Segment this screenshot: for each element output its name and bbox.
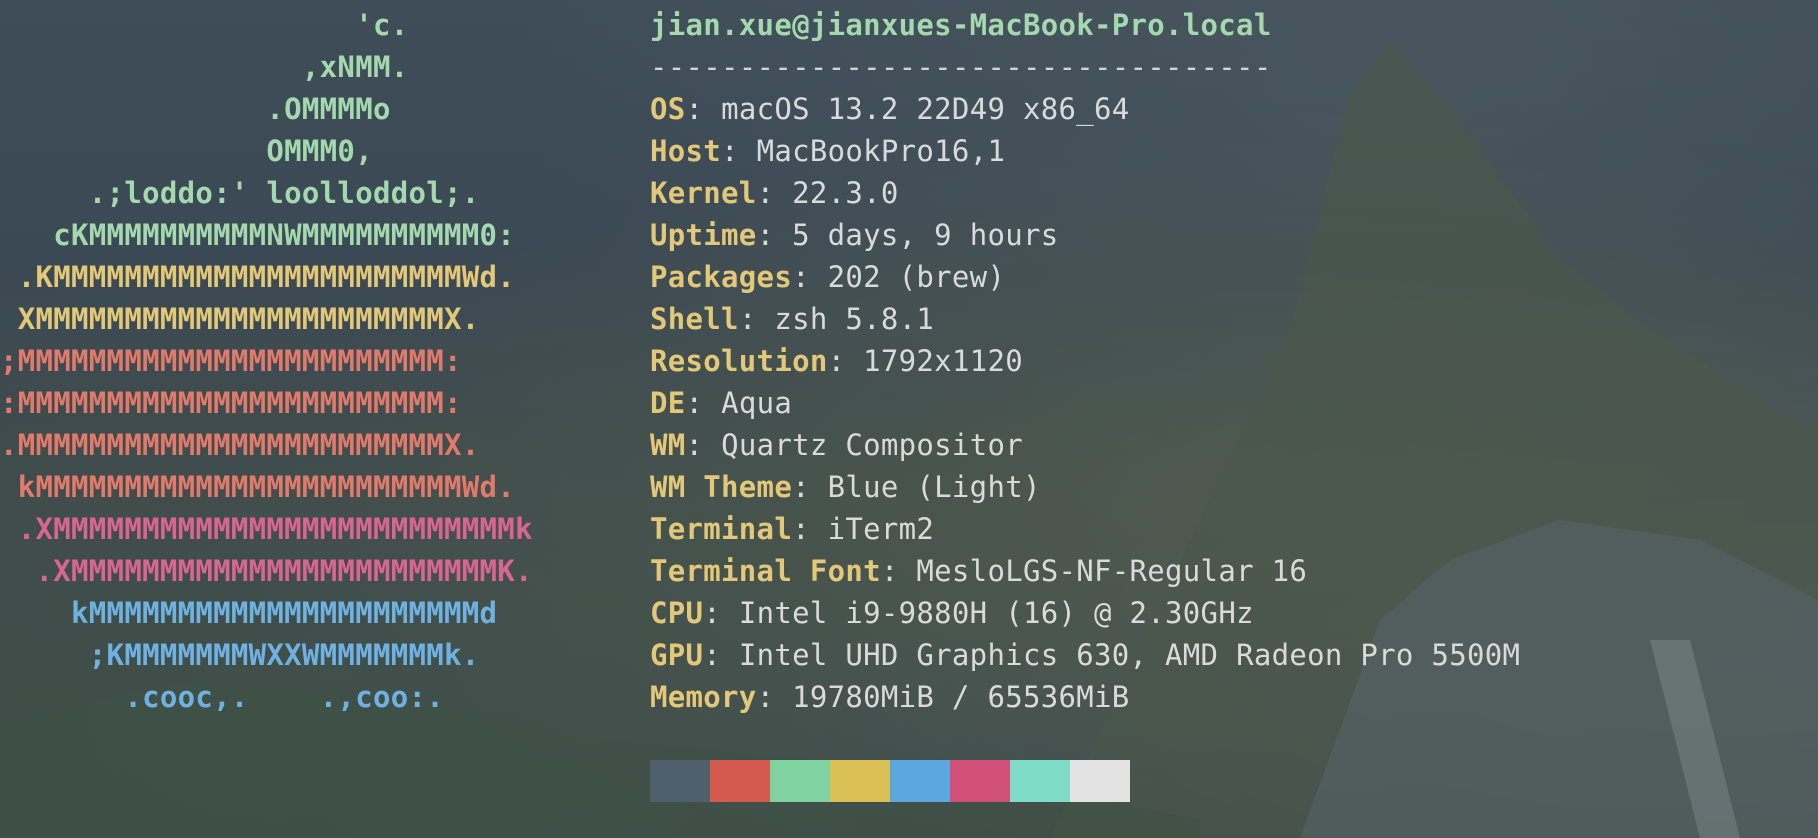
info-row: Resolution: 1792x1120	[650, 340, 1800, 382]
info-colon: :	[792, 512, 828, 546]
info-value: iTerm2	[827, 512, 935, 546]
info-value: Intel i9-9880H (16) @ 2.30GHz	[738, 596, 1254, 630]
info-row: CPU: Intel i9-9880H (16) @ 2.30GHz	[650, 592, 1800, 634]
info-value: Blue (Light)	[827, 470, 1041, 504]
info-key: Kernel	[650, 176, 757, 210]
logo-line: .;loddo:' loolloddol;.	[0, 176, 480, 210]
info-row: Memory: 19780MiB / 65536MiB	[650, 676, 1800, 718]
info-row: Terminal: iTerm2	[650, 508, 1800, 550]
palette-swatch	[1010, 760, 1070, 802]
logo-line: cKMMMMMMMMMMNWMMMMMMMMMM0:	[0, 218, 516, 252]
info-row: DE: Aqua	[650, 382, 1800, 424]
info-value: MesloLGS-NF-Regular 16	[916, 554, 1308, 588]
info-key: OS	[650, 92, 686, 126]
info-row: WM: Quartz Compositor	[650, 424, 1800, 466]
palette-swatch	[830, 760, 890, 802]
logo-line: kMMMMMMMMMMMMMMMMMMMMMMd	[0, 596, 498, 630]
logo-line: kMMMMMMMMMMMMMMMMMMMMMMMMWd.	[0, 470, 516, 504]
logo-line: .XMMMMMMMMMMMMMMMMMMMMMMMMMMk	[0, 512, 533, 546]
info-colon: :	[827, 344, 864, 378]
info-row: Uptime: 5 days, 9 hours	[650, 214, 1800, 256]
info-colon: :	[792, 260, 828, 294]
info-key: DE	[650, 386, 686, 420]
user-host-title: jian.xue@jianxues-MacBook-Pro.local	[650, 8, 1272, 42]
info-key: GPU	[650, 638, 704, 672]
logo-line: ,xNMM.	[0, 50, 409, 84]
info-key: Terminal Font	[650, 554, 881, 588]
info-colon: :	[721, 134, 757, 168]
info-colon: :	[880, 554, 917, 588]
info-key: WM Theme	[650, 470, 793, 504]
info-colon: :	[792, 470, 828, 504]
palette-swatch	[950, 760, 1010, 802]
info-key: Host	[650, 134, 722, 168]
logo-line: .XMMMMMMMMMMMMMMMMMMMMMMMMK.	[0, 554, 533, 588]
terminal-window: 'c. ,xNMM. .OMMMMo OMMM0, .;loddo:' lool…	[0, 0, 1818, 838]
info-key: Uptime	[650, 218, 757, 252]
info-key: Resolution	[650, 344, 828, 378]
logo-line: .MMMMMMMMMMMMMMMMMMMMMMMMX.	[0, 428, 480, 462]
info-value: Aqua	[721, 386, 793, 420]
palette-swatch	[890, 760, 950, 802]
info-value: 1792x1120	[863, 344, 1023, 378]
logo-line: OMMM0,	[0, 134, 373, 168]
palette-swatch	[770, 760, 830, 802]
info-value: Intel UHD Graphics 630, AMD Radeon Pro 5…	[738, 638, 1521, 672]
title-separator: -----------------------------------	[650, 50, 1272, 84]
info-value: macOS 13.2 22D49 x86_64	[721, 92, 1130, 126]
info-colon: :	[685, 92, 722, 126]
logo-line: .KMMMMMMMMMMMMMMMMMMMMMMMWd.	[0, 260, 516, 294]
info-row: OS: macOS 13.2 22D49 x86_64	[650, 88, 1800, 130]
info-key: WM	[650, 428, 686, 462]
info-key: Memory	[650, 680, 757, 714]
info-colon: :	[738, 302, 775, 336]
logo-line: ;MMMMMMMMMMMMMMMMMMMMMMMM:	[0, 344, 462, 378]
logo-line: ;KMMMMMMMWXXWMMMMMMMk.	[0, 638, 480, 672]
info-key: Packages	[650, 260, 793, 294]
info-value: 19780MiB / 65536MiB	[792, 680, 1130, 714]
palette-swatch	[1070, 760, 1130, 802]
info-value: MacBookPro16,1	[756, 134, 1006, 168]
info-colon: :	[756, 176, 793, 210]
logo-line: .cooc,. .,coo:.	[0, 680, 444, 714]
info-colon: :	[756, 218, 793, 252]
info-value: zsh 5.8.1	[774, 302, 935, 336]
info-row: Shell: zsh 5.8.1	[650, 298, 1800, 340]
palette-swatch	[710, 760, 770, 802]
info-row: WM Theme: Blue (Light)	[650, 466, 1800, 508]
info-key: Shell	[650, 302, 739, 336]
info-row: Host: MacBookPro16,1	[650, 130, 1800, 172]
apple-ascii-logo: 'c. ,xNMM. .OMMMMo OMMM0, .;loddo:' lool…	[0, 4, 600, 718]
info-colon: :	[685, 386, 722, 420]
info-colon: :	[756, 680, 793, 714]
info-rows: OS: macOS 13.2 22D49 x86_64 Host: MacBook…	[650, 88, 1800, 718]
logo-line: 'c.	[0, 8, 409, 42]
info-value: 22.3.0	[792, 176, 899, 210]
info-value: 5 days, 9 hours	[792, 218, 1059, 252]
info-row: Packages: 202 (brew)	[650, 256, 1800, 298]
color-palette	[650, 760, 1130, 802]
info-value: Quartz Compositor	[721, 428, 1023, 462]
info-key: CPU	[650, 596, 704, 630]
info-row: Kernel: 22.3.0	[650, 172, 1800, 214]
logo-line: :MMMMMMMMMMMMMMMMMMMMMMMM:	[0, 386, 462, 420]
system-info-panel: jian.xue@jianxues-MacBook-Pro.local ----…	[650, 4, 1800, 718]
logo-line: .OMMMMo	[0, 92, 391, 126]
palette-swatch	[650, 760, 710, 802]
info-colon: :	[703, 596, 739, 630]
logo-line: XMMMMMMMMMMMMMMMMMMMMMMMX.	[0, 302, 480, 336]
info-colon: :	[685, 428, 722, 462]
info-value: 202 (brew)	[827, 260, 1006, 294]
info-row: Terminal Font: MesloLGS-NF-Regular 16	[650, 550, 1800, 592]
info-row: GPU: Intel UHD Graphics 630, AMD Radeon …	[650, 634, 1800, 676]
info-colon: :	[703, 638, 739, 672]
info-key: Terminal	[650, 512, 793, 546]
